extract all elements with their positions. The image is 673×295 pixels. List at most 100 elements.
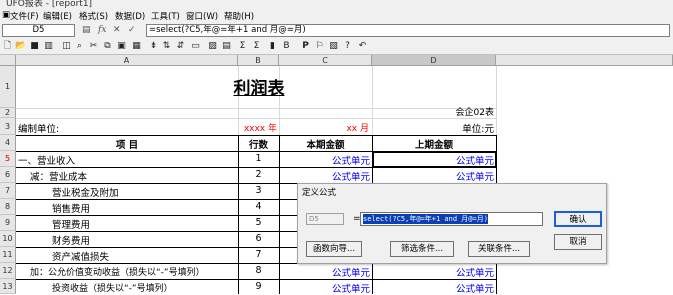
- current-cell[interactable]: 公式单元: [279, 265, 370, 279]
- sheet-icon[interactable]: ▤: [82, 25, 91, 35]
- menu-help[interactable]: 帮助(H): [224, 10, 254, 22]
- sum-icon[interactable]: Σ: [237, 41, 248, 52]
- dialog-cell-ref: D5: [306, 213, 344, 225]
- chart-icon[interactable]: ▤: [221, 41, 232, 52]
- menu-tools[interactable]: 工具(T): [151, 10, 180, 22]
- menu-format[interactable]: 格式(S): [79, 10, 108, 22]
- audit-icon[interactable]: ⚐: [314, 41, 325, 52]
- previous-cell[interactable]: 公式单元: [372, 281, 494, 295]
- row-header-9[interactable]: 9: [0, 215, 16, 231]
- row-header-6[interactable]: 6: [0, 167, 16, 183]
- confirm-check-icon[interactable]: ✓: [128, 25, 136, 35]
- save-icon[interactable]: ■: [29, 41, 40, 52]
- new-file-icon[interactable]: 🗋: [2, 41, 13, 52]
- confirm-button[interactable]: 确认: [554, 211, 602, 227]
- formula-edit-field[interactable]: select(?C5,年@=年+1 and 月@=月): [360, 212, 543, 226]
- current-cell[interactable]: 公式单元: [279, 153, 370, 167]
- copy-icon[interactable]: ⧉: [102, 41, 113, 52]
- item-cell: 加：公允价值变动收益（损失以“-”号填列）: [30, 268, 205, 278]
- insert-chart-icon[interactable]: ▮: [267, 41, 278, 52]
- previous-cell[interactable]: 公式单元: [372, 265, 494, 279]
- column-header-a[interactable]: A: [16, 55, 238, 66]
- sort-asc-icon[interactable]: ⇅: [161, 41, 172, 52]
- spellcheck-icon[interactable]: ⌕: [74, 41, 85, 52]
- gridline: [16, 118, 496, 119]
- undo-icon[interactable]: ↶: [357, 41, 368, 52]
- row-header-11[interactable]: 11: [0, 247, 16, 263]
- table-border: [16, 279, 496, 280]
- line-no-cell: 1: [255, 153, 262, 164]
- pivot-icon[interactable]: P: [300, 41, 311, 52]
- insert-image-icon[interactable]: ▨: [207, 41, 218, 52]
- title-bar: UFO报表 - [report1]: [0, 0, 673, 9]
- row-header-5[interactable]: 5: [0, 151, 16, 167]
- current-cell[interactable]: 公式单元: [279, 281, 370, 295]
- menu-edit[interactable]: 编辑(E): [43, 10, 72, 22]
- item-cell: 一、营业收入: [18, 156, 76, 167]
- row-header-7[interactable]: 7: [0, 183, 16, 199]
- sort-desc-icon[interactable]: ⇵: [175, 41, 186, 52]
- row-header-1[interactable]: 1: [0, 66, 16, 108]
- column-header-b[interactable]: B: [238, 55, 279, 66]
- line-no-cell: 8: [255, 265, 262, 276]
- cancel-x-icon[interactable]: ✕: [113, 25, 121, 35]
- define-formula-dialog: 定义公式 D5 = select(?C5,年@=年+1 and 月@=月) 确认…: [297, 183, 607, 264]
- current-cell[interactable]: 公式单元: [279, 169, 370, 183]
- column-header-c[interactable]: C: [279, 55, 372, 66]
- function-icon[interactable]: fx: [98, 25, 106, 35]
- item-cell: 减：营业成本: [30, 172, 88, 183]
- relation-condition-button[interactable]: 关联条件...: [468, 241, 530, 257]
- cancel-button[interactable]: 取消: [554, 234, 602, 250]
- line-no-cell: 7: [255, 249, 262, 260]
- row-header-8[interactable]: 8: [0, 199, 16, 215]
- row-header-13[interactable]: 13: [0, 279, 16, 294]
- line-no-cell: 4: [255, 201, 262, 212]
- print-icon[interactable]: ▥: [43, 41, 54, 52]
- filter-condition-button[interactable]: 筛选条件...: [390, 241, 454, 257]
- item-cell: 财务费用: [52, 236, 91, 247]
- row-header-10[interactable]: 10: [0, 231, 16, 247]
- help-icon[interactable]: ?: [342, 41, 353, 52]
- cell-reference-box[interactable]: D5: [2, 24, 75, 37]
- item-cell: 管理费用: [52, 220, 91, 231]
- column-header-empty: [496, 55, 673, 66]
- currency-unit: 单位:元: [462, 124, 494, 135]
- format-painter-icon[interactable]: ▦: [131, 41, 142, 52]
- preview-icon[interactable]: ◫: [61, 41, 72, 52]
- menu-file[interactable]: 文件(F): [10, 10, 39, 22]
- open-folder-icon[interactable]: 📂: [15, 41, 26, 52]
- item-cell: 投资收益（损失以“-”号填列）: [52, 284, 173, 294]
- column-header-d[interactable]: D: [372, 55, 496, 66]
- row-header-2[interactable]: 2: [0, 108, 16, 118]
- dialog-title: 定义公式: [302, 188, 337, 198]
- sum-cells-icon[interactable]: Σ: [251, 41, 262, 52]
- line-no-cell: 3: [255, 185, 262, 196]
- function-wizard-button[interactable]: 函数向导...: [306, 241, 362, 257]
- row-header-3[interactable]: 3: [0, 118, 16, 135]
- previous-cell[interactable]: 公式单元: [372, 153, 494, 167]
- menu-window[interactable]: 窗口(W): [186, 10, 218, 22]
- header-current: 本期金额: [306, 140, 345, 151]
- formula-selected-text: select(?C5,年@=年+1 and 月@=月): [363, 214, 488, 224]
- table-border: [16, 135, 496, 136]
- app-menu-icon[interactable]: ▣: [2, 10, 10, 20]
- cut-icon[interactable]: ✂: [88, 41, 99, 52]
- check-icon[interactable]: ▧: [328, 41, 339, 52]
- row-header-4[interactable]: 4: [0, 135, 16, 151]
- select-all-corner[interactable]: [0, 55, 16, 66]
- toolbar: 🗋 📂 ■ ▥ ◫ ⌕ ✂ ⧉ ▣ ▦ ⇟ ⇅ ⇵ ▭ ▨ ▤ Σ Σ ▮ B …: [0, 39, 673, 55]
- insert-row-icon[interactable]: ⇟: [148, 41, 159, 52]
- previous-cell[interactable]: 公式单元: [372, 169, 494, 183]
- item-cell: 资产减值损失: [52, 252, 110, 263]
- merge-icon[interactable]: ▭: [190, 41, 201, 52]
- header-line-no: 行数: [248, 140, 268, 151]
- formula-input[interactable]: =select(?C5,年@=年+1 and 月@=月): [146, 24, 670, 37]
- unit-label: 编制单位:: [18, 124, 60, 135]
- row-header-12[interactable]: 12: [0, 263, 16, 279]
- bold-icon[interactable]: B: [281, 41, 292, 52]
- form-number: 会企02表: [455, 108, 494, 118]
- header-previous: 上期金额: [414, 140, 453, 151]
- report-title: 利润表: [233, 79, 285, 99]
- menu-data[interactable]: 数据(D): [115, 10, 145, 22]
- paste-icon[interactable]: ▣: [116, 41, 127, 52]
